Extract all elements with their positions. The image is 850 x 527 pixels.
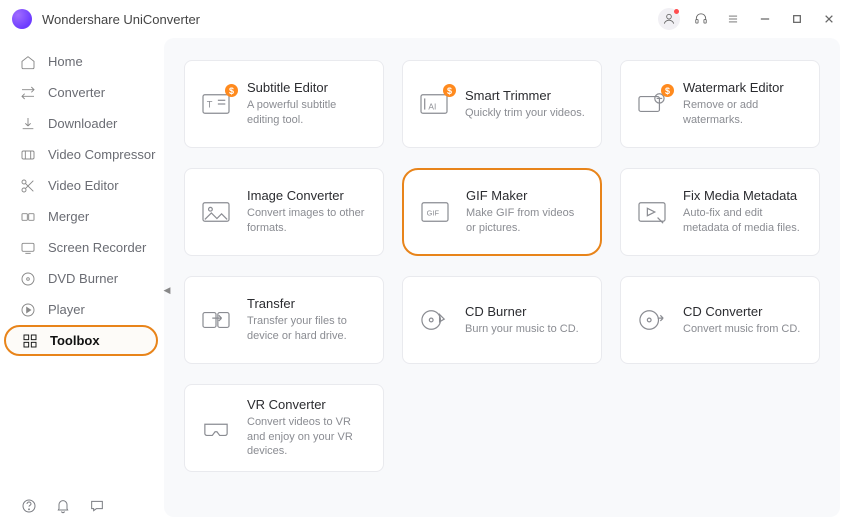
- headset-icon[interactable]: [690, 8, 712, 30]
- transfer-icon: [199, 305, 233, 335]
- sidebar-item-label: Player: [48, 302, 85, 317]
- tool-desc: Burn your music to CD.: [465, 322, 579, 337]
- tool-watermark-editor[interactable]: $ Watermark Editor Remove or add waterma…: [620, 60, 820, 148]
- sidebar-item-label: Merger: [48, 209, 89, 224]
- tool-title: CD Converter: [683, 304, 800, 319]
- sidebar-item-label: DVD Burner: [48, 271, 118, 286]
- tool-cd-converter[interactable]: CD Converter Convert music from CD.: [620, 276, 820, 364]
- premium-badge: $: [661, 84, 674, 97]
- tool-desc: Transfer your files to device or hard dr…: [247, 314, 369, 344]
- sidebar-item-label: Video Compressor: [48, 147, 155, 162]
- close-button[interactable]: [818, 8, 840, 30]
- sidebar-item-player[interactable]: Player: [0, 294, 164, 325]
- menu-icon[interactable]: [722, 8, 744, 30]
- sidebar-item-label: Home: [48, 54, 83, 69]
- converter-icon: [20, 85, 36, 101]
- sidebar-item-compressor[interactable]: Video Compressor: [0, 139, 164, 170]
- watermark-icon: $: [635, 89, 669, 119]
- trimmer-icon: AI $: [417, 89, 451, 119]
- sidebar-collapse-handle[interactable]: ◀: [160, 282, 174, 298]
- svg-text:T: T: [207, 100, 213, 110]
- app-title: Wondershare UniConverter: [42, 12, 200, 27]
- sidebar-item-home[interactable]: Home: [0, 46, 164, 77]
- tool-gif-maker[interactable]: GIF GIF Maker Make GIF from videos or pi…: [402, 168, 602, 256]
- toolbox-icon: [22, 333, 38, 349]
- premium-badge: $: [443, 84, 456, 97]
- tool-desc: Remove or add watermarks.: [683, 98, 805, 128]
- merger-icon: [20, 209, 36, 225]
- tool-desc: Convert videos to VR and enjoy on your V…: [247, 415, 369, 460]
- app-logo: [12, 9, 32, 29]
- sidebar-item-label: Downloader: [48, 116, 117, 131]
- tool-desc: Convert music from CD.: [683, 322, 800, 337]
- tool-title: Transfer: [247, 296, 369, 311]
- sidebar-item-label: Screen Recorder: [48, 240, 146, 255]
- sidebar-item-editor[interactable]: Video Editor: [0, 170, 164, 201]
- premium-badge: $: [225, 84, 238, 97]
- svg-text:AI: AI: [428, 102, 436, 112]
- sidebar: Home Converter Downloader Video Compress…: [0, 38, 164, 527]
- tool-title: Image Converter: [247, 188, 369, 203]
- disc-icon: [20, 271, 36, 287]
- tool-title: Fix Media Metadata: [683, 188, 805, 203]
- tool-vr-converter[interactable]: VR Converter Convert videos to VR and en…: [184, 384, 384, 472]
- tool-smart-trimmer[interactable]: AI $ Smart Trimmer Quickly trim your vid…: [402, 60, 602, 148]
- sidebar-item-label: Video Editor: [48, 178, 119, 193]
- tool-title: Watermark Editor: [683, 80, 805, 95]
- tool-desc: Quickly trim your videos.: [465, 106, 585, 121]
- image-icon: [199, 197, 233, 227]
- minimize-button[interactable]: [754, 8, 776, 30]
- tool-title: Smart Trimmer: [465, 88, 585, 103]
- tool-grid: T $ Subtitle Editor A powerful subtitle …: [164, 38, 840, 517]
- svg-text:GIF: GIF: [427, 209, 440, 218]
- sidebar-item-label: Converter: [48, 85, 105, 100]
- sidebar-bottom: [0, 497, 164, 515]
- bell-icon[interactable]: [54, 497, 72, 515]
- account-icon[interactable]: [658, 8, 680, 30]
- tool-transfer[interactable]: Transfer Transfer your files to device o…: [184, 276, 384, 364]
- tool-title: GIF Maker: [466, 188, 586, 203]
- subtitle-icon: T $: [199, 89, 233, 119]
- tool-title: CD Burner: [465, 304, 579, 319]
- gif-icon: GIF: [418, 197, 452, 227]
- sidebar-item-downloader[interactable]: Downloader: [0, 108, 164, 139]
- sidebar-item-converter[interactable]: Converter: [0, 77, 164, 108]
- tool-desc: Make GIF from videos or pictures.: [466, 206, 586, 236]
- compress-icon: [20, 147, 36, 163]
- sidebar-item-label: Toolbox: [50, 333, 100, 348]
- app-body: Home Converter Downloader Video Compress…: [0, 38, 850, 527]
- tool-desc: Auto-fix and edit metadata of media file…: [683, 206, 805, 236]
- tool-cd-burner[interactable]: CD Burner Burn your music to CD.: [402, 276, 602, 364]
- home-icon: [20, 54, 36, 70]
- tool-title: VR Converter: [247, 397, 369, 412]
- tool-desc: Convert images to other formats.: [247, 206, 369, 236]
- recorder-icon: [20, 240, 36, 256]
- tool-image-converter[interactable]: Image Converter Convert images to other …: [184, 168, 384, 256]
- scissors-icon: [20, 178, 36, 194]
- tool-subtitle-editor[interactable]: T $ Subtitle Editor A powerful subtitle …: [184, 60, 384, 148]
- feedback-icon[interactable]: [88, 497, 106, 515]
- play-icon: [20, 302, 36, 318]
- tool-title: Subtitle Editor: [247, 80, 369, 95]
- tool-fix-metadata[interactable]: Fix Media Metadata Auto-fix and edit met…: [620, 168, 820, 256]
- sidebar-item-merger[interactable]: Merger: [0, 201, 164, 232]
- maximize-button[interactable]: [786, 8, 808, 30]
- cd-burner-icon: [417, 305, 451, 335]
- sidebar-item-recorder[interactable]: Screen Recorder: [0, 232, 164, 263]
- download-icon: [20, 116, 36, 132]
- help-icon[interactable]: [20, 497, 38, 515]
- cd-converter-icon: [635, 305, 669, 335]
- metadata-icon: [635, 197, 669, 227]
- titlebar: Wondershare UniConverter: [0, 0, 850, 38]
- vr-icon: [199, 413, 233, 443]
- sidebar-item-toolbox[interactable]: Toolbox: [4, 325, 158, 356]
- tool-desc: A powerful subtitle editing tool.: [247, 98, 369, 128]
- sidebar-item-dvd[interactable]: DVD Burner: [0, 263, 164, 294]
